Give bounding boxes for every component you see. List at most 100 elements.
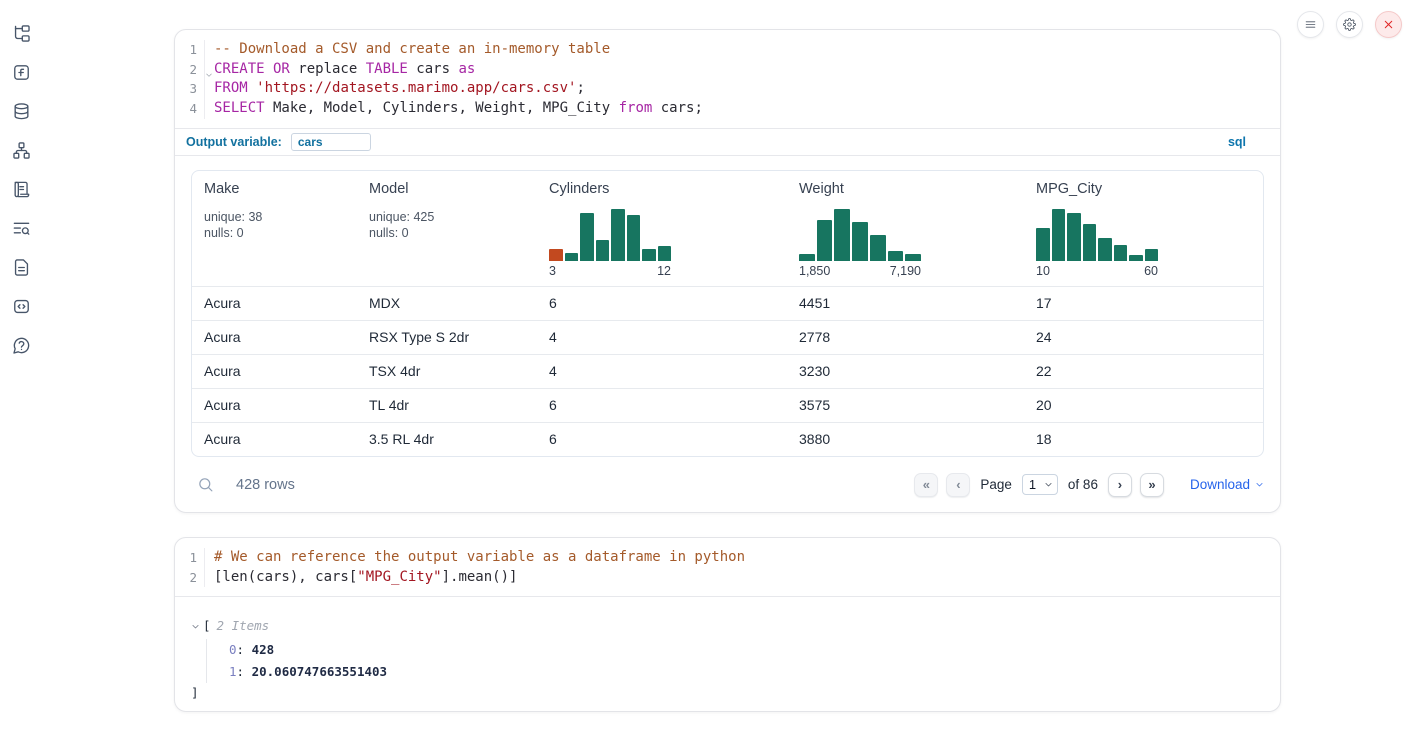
sql-code-editor[interactable]: 1 -- Download a CSV and create an in-mem…: [175, 30, 1280, 128]
column-header-mpg-city[interactable]: MPG_City 10 60: [1024, 171, 1263, 286]
next-page-icon[interactable]: ›: [1108, 473, 1132, 497]
network-icon[interactable]: [10, 139, 32, 161]
histogram-bar: [1067, 213, 1081, 261]
table-row: Acura TL 4dr 6 3575 20: [192, 388, 1263, 422]
column-header-model[interactable]: Model unique: 425 nulls: 0: [357, 171, 537, 286]
histogram-bar: [580, 213, 594, 261]
function-icon[interactable]: [10, 61, 32, 83]
python-code-editor[interactable]: 1 # We can reference the output variable…: [175, 538, 1280, 596]
hist-min-label: 3: [549, 264, 556, 278]
items-count: 2 Items: [217, 617, 270, 635]
histogram-bar: [817, 220, 833, 261]
open-bracket: [: [203, 617, 211, 635]
histogram-bar: [549, 249, 563, 260]
previous-page-icon[interactable]: ‹: [946, 473, 970, 497]
histogram-bar: [799, 254, 815, 261]
text-search-icon[interactable]: [10, 217, 32, 239]
notebook-actions: [1297, 11, 1402, 38]
table-row: Acura MDX 6 4451 17: [192, 286, 1263, 320]
line-number: 1: [175, 548, 205, 568]
document-icon[interactable]: [10, 256, 32, 278]
database-icon[interactable]: [10, 100, 32, 122]
column-header-weight[interactable]: Weight 1,850 7,190: [787, 171, 1024, 286]
line-number: 1: [175, 40, 205, 60]
mpg-city-histogram: 10 60: [1036, 209, 1158, 278]
histogram-bar: [1114, 245, 1128, 261]
hist-min-label: 1,850: [799, 264, 830, 278]
histogram-bar: [888, 251, 904, 260]
page-select[interactable]: 1: [1022, 474, 1058, 495]
code-line: 3 FROM 'https://datasets.marimo.app/cars…: [175, 79, 1280, 99]
column-header-make[interactable]: Make unique: 38 nulls: 0: [192, 171, 357, 286]
code-line: 4 SELECT Make, Model, Cylinders, Weight,…: [175, 99, 1280, 119]
collapse-chevron-icon[interactable]: [191, 622, 203, 631]
menu-icon[interactable]: [1297, 11, 1324, 38]
fold-chevron-icon[interactable]: [205, 65, 213, 73]
first-page-icon[interactable]: «: [914, 473, 938, 497]
histogram-bar: [658, 246, 672, 261]
code-snippets-icon[interactable]: [10, 295, 32, 317]
hist-max-label: 60: [1144, 264, 1158, 278]
line-number: 4: [175, 99, 205, 119]
language-badge[interactable]: sql: [1228, 135, 1246, 149]
histogram-bar: [642, 249, 656, 260]
code-line: 2 [len(cars), cars["MPG_City"].mean()]: [175, 568, 1280, 588]
file-tree-icon[interactable]: [10, 22, 32, 44]
histogram-bar: [834, 209, 850, 261]
download-button[interactable]: Download: [1190, 477, 1264, 492]
settings-gear-icon[interactable]: [1336, 11, 1363, 38]
last-page-icon[interactable]: »: [1140, 473, 1164, 497]
code-line: 1 # We can reference the output variable…: [175, 548, 1280, 568]
list-item: 1: 20.060747663551403: [229, 661, 1264, 683]
line-number: 3: [175, 79, 205, 99]
histogram-bar: [611, 209, 625, 261]
histogram-bar: [627, 215, 641, 261]
cell-sql: 1 -- Download a CSV and create an in-mem…: [174, 29, 1281, 513]
list-item: 0: 428: [229, 639, 1264, 661]
hist-max-label: 12: [657, 264, 671, 278]
histogram-bar: [1129, 255, 1143, 261]
rows-count: 428 rows: [236, 477, 295, 493]
chevron-down-icon: [1044, 480, 1053, 489]
stat-nulls: nulls: 0: [369, 225, 525, 242]
page-label: Page: [980, 477, 1012, 492]
line-number: 2: [175, 60, 205, 80]
total-pages-label: of 86: [1068, 477, 1098, 492]
code-line: 2 CREATE OR replace TABLE cars as: [175, 60, 1280, 80]
cylinders-histogram: 3 12: [549, 209, 671, 278]
histogram-bar: [1052, 209, 1066, 261]
list-output-tree: [ 2 Items 0: 428 1: 20.060747663551403 ]: [175, 597, 1280, 714]
histogram-bar: [905, 254, 921, 261]
histogram-bar: [596, 240, 610, 261]
table-footer: 428 rows « ‹ Page 1 of 86 › » Download: [191, 469, 1264, 501]
tree-items: 0: 428 1: 20.060747663551403: [206, 639, 1264, 683]
histogram-bar: [870, 235, 886, 261]
histogram-bar: [1083, 224, 1097, 261]
scroll-icon[interactable]: [10, 178, 32, 200]
histogram-bar: [565, 253, 579, 261]
dataframe-table: Make unique: 38 nulls: 0 Model unique: 4…: [191, 170, 1264, 457]
pagination: « ‹ Page 1 of 86 › » Download: [914, 473, 1264, 497]
output-variable-bar: Output variable: sql: [175, 128, 1280, 156]
help-icon[interactable]: [10, 334, 32, 356]
weight-histogram: 1,850 7,190: [799, 209, 921, 278]
chevron-down-icon: [1255, 477, 1264, 492]
table-row: Acura 3.5 RL 4dr 6 3880 18: [192, 422, 1263, 456]
histogram-bar: [852, 222, 868, 261]
stat-nulls: nulls: 0: [204, 225, 345, 242]
histogram-bar: [1145, 249, 1159, 260]
hist-max-label: 7,190: [890, 264, 921, 278]
output-variable-label: Output variable:: [186, 135, 282, 149]
close-icon[interactable]: [1375, 11, 1402, 38]
cell-python: 1 # We can reference the output variable…: [174, 537, 1281, 712]
output-variable-input[interactable]: [291, 133, 371, 151]
search-icon[interactable]: [197, 476, 214, 493]
stat-unique: unique: 38: [204, 209, 345, 226]
close-bracket: ]: [191, 685, 1264, 700]
stat-unique: unique: 425: [369, 209, 525, 226]
hist-min-label: 10: [1036, 264, 1050, 278]
table-row: Acura RSX Type S 2dr 4 2778 24: [192, 320, 1263, 354]
column-header-cylinders[interactable]: Cylinders 3 12: [537, 171, 787, 286]
helper-sidebar: [10, 22, 32, 356]
code-line: 1 -- Download a CSV and create an in-mem…: [175, 40, 1280, 60]
